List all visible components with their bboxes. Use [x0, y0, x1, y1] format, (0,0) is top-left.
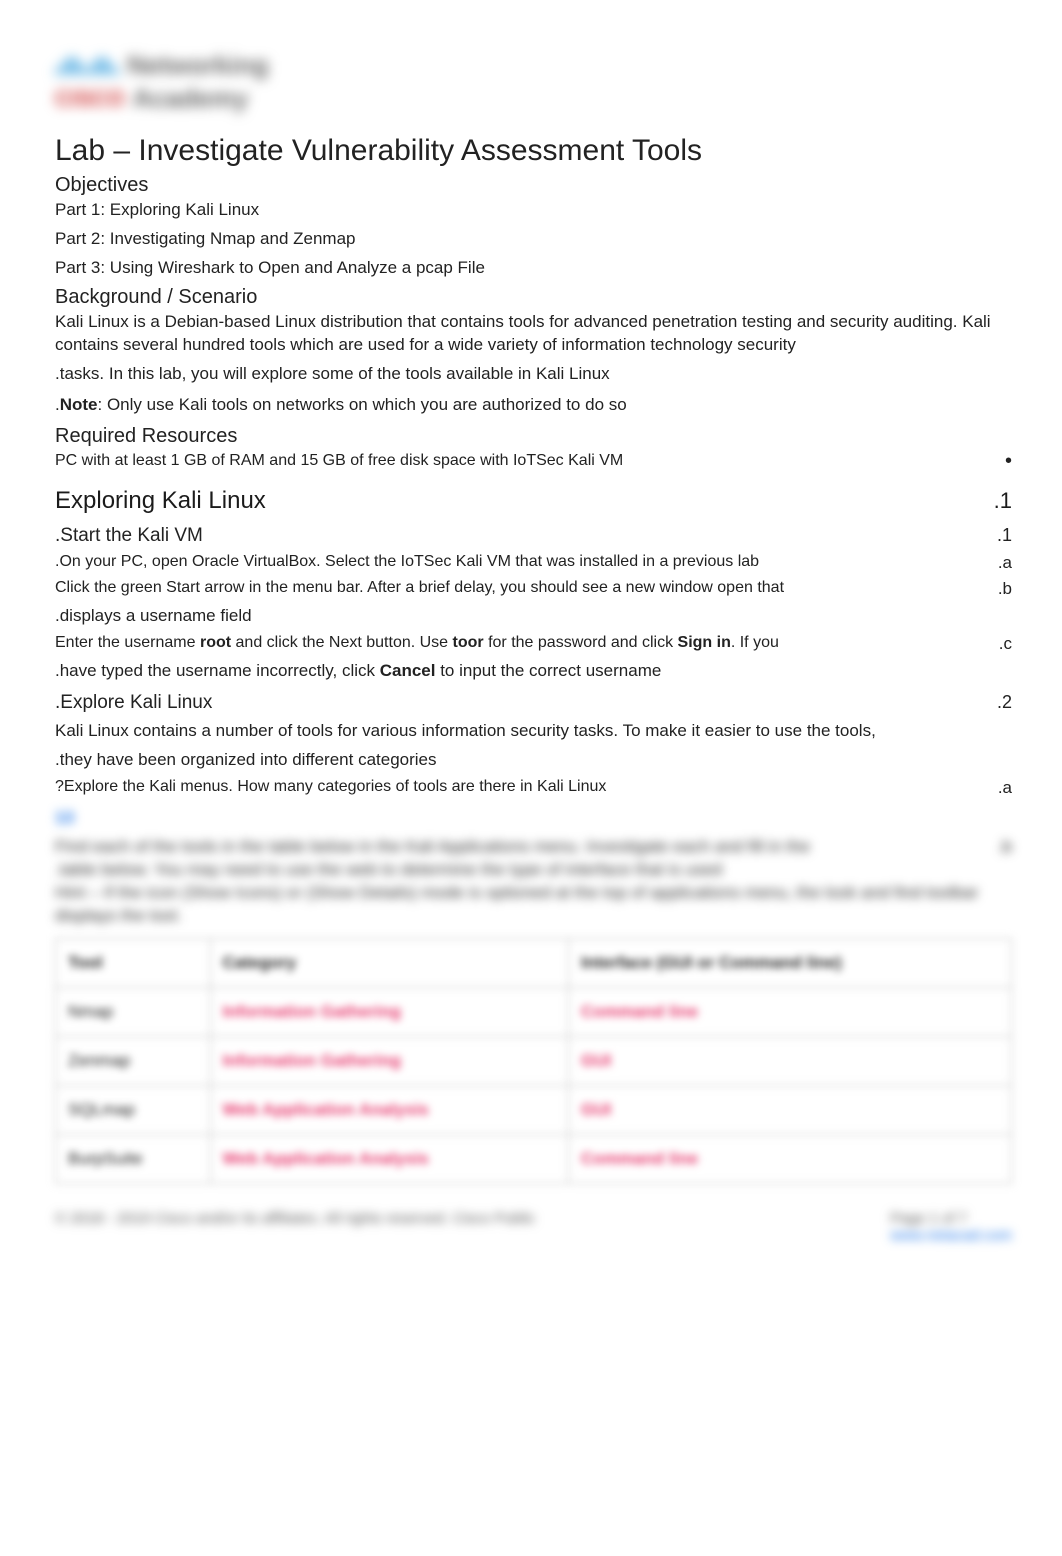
page-title: Lab – Investigate Vulnerability Assessme…	[55, 134, 1012, 168]
cell-iface: GUI	[569, 1086, 1012, 1135]
logo-text-academy: Academy	[133, 83, 249, 114]
cell-iface: Command line	[569, 1135, 1012, 1184]
step-2-number: .2	[991, 692, 1012, 713]
cell-iface: GUI	[569, 1037, 1012, 1086]
page-footer: © 2018 - 2019 Cisco and/or its affiliate…	[55, 1210, 1012, 1244]
footer-copyright: © 2018 - 2019 Cisco and/or its affiliate…	[55, 1210, 535, 1244]
step-2b-line2: .table below. You may need to use the we…	[55, 860, 722, 879]
required-resources-text: PC with at least 1 GB of RAM and 15 GB o…	[55, 452, 623, 470]
table-row: SQLmap Web Application Analysis GUI	[56, 1086, 1012, 1135]
table-row: Zenmap Information Gathering GUI	[56, 1037, 1012, 1086]
footer-link: www.netacad.com	[890, 1227, 1012, 1244]
step-2-intro2: .they have been organized into different…	[55, 749, 1012, 772]
col-tool: Tool	[56, 939, 211, 988]
step-2-heading: .Explore Kali Linux .2	[55, 692, 1012, 714]
section-1-number: .1	[988, 488, 1012, 514]
background-tasks-line: .tasks. In this lab, you will explore so…	[55, 363, 1012, 386]
logo-text-networking: Networking	[127, 50, 269, 81]
step-1b-line2: .displays a username field	[55, 605, 1012, 628]
step-2a-marker: .a	[978, 778, 1012, 798]
step-2b-line1: Find each of the tools in the table belo…	[55, 837, 810, 856]
step-1b-row: Click the green Start arrow in the menu …	[55, 579, 1012, 599]
objectives-heading: Objectives	[55, 174, 1012, 197]
answer-13: 13	[55, 808, 74, 828]
objective-item-1: Part 1: Exploring Kali Linux	[55, 199, 1012, 222]
step-1b-marker: .b	[978, 579, 1012, 599]
step-2a-text: ?Explore the Kali menus. How many catego…	[55, 778, 958, 796]
step-1b-text: Click the green Start arrow in the menu …	[55, 579, 958, 597]
table-row: BurpSuite Web Application Analysis Comma…	[56, 1135, 1012, 1184]
cell-category: Web Application Analysis	[210, 1135, 569, 1184]
bullet-icon: •	[978, 450, 1012, 473]
cell-tool: Nmap	[56, 988, 211, 1037]
note-text: : Only use Kali tools on networks on whi…	[98, 395, 627, 414]
step-1a-marker: .a	[978, 553, 1012, 573]
logo-text-cisco: CISCO	[55, 86, 125, 112]
cell-iface: Command line	[569, 988, 1012, 1037]
cell-category: Information Gathering	[210, 1037, 569, 1086]
step-2b-line3: Hint – If the icon (Show Icons) or (Show…	[55, 883, 978, 925]
background-para: Kali Linux is a Debian-based Linux distr…	[55, 311, 1012, 357]
step-2-intro1: Kali Linux contains a number of tools fo…	[55, 720, 1012, 743]
cell-tool: Zenmap	[56, 1037, 211, 1086]
step-2a-row: ?Explore the Kali menus. How many catego…	[55, 778, 1012, 798]
step-2b-blurred: .b Find each of the tools in the table b…	[55, 836, 1012, 928]
table-header-row: Tool Category Interface (GUI or Command …	[56, 939, 1012, 988]
objective-item-2: Part 2: Investigating Nmap and Zenmap	[55, 228, 1012, 251]
required-resources-line: PC with at least 1 GB of RAM and 15 GB o…	[55, 450, 1012, 473]
note-line: .Note: Only use Kali tools on networks o…	[55, 394, 1012, 417]
footer-page: Page 1 of 7	[890, 1210, 967, 1227]
document-page: Networking CISCO Academy Lab – Investiga…	[0, 0, 1062, 1556]
cell-tool: BurpSuite	[56, 1135, 211, 1184]
cisco-bars-icon	[55, 57, 119, 75]
cell-tool: SQLmap	[56, 1086, 211, 1135]
table-row: Nmap Information Gathering Command line	[56, 988, 1012, 1037]
footer-right: Page 1 of 7 www.netacad.com	[890, 1210, 1012, 1244]
objective-item-3: Part 3: Using Wireshark to Open and Anal…	[55, 257, 1012, 280]
step-2b-marker: .b	[978, 836, 1012, 859]
step-1-heading: .Start the Kali VM .1	[55, 525, 1012, 547]
step-1a-row: .On your PC, open Oracle VirtualBox. Sel…	[55, 553, 1012, 573]
note-label: Note	[60, 395, 98, 414]
step-1a-text: .On your PC, open Oracle VirtualBox. Sel…	[55, 553, 958, 571]
background-heading: Background / Scenario	[55, 286, 1012, 309]
step-1c-marker: .c	[978, 634, 1012, 654]
step-1-number: .1	[991, 525, 1012, 546]
cell-category: Information Gathering	[210, 988, 569, 1037]
step-2-title: .Explore Kali Linux	[55, 692, 212, 714]
brand-logo: Networking CISCO Academy	[55, 50, 269, 116]
tools-table: Tool Category Interface (GUI or Command …	[55, 938, 1012, 1184]
required-resources-heading: Required Resources	[55, 425, 1012, 448]
step-1c-row: Enter the username root and click the Ne…	[55, 634, 1012, 654]
section-1-title: Exploring Kali Linux	[55, 487, 266, 515]
cell-category: Web Application Analysis	[210, 1086, 569, 1135]
step-1c-text: Enter the username root and click the Ne…	[55, 634, 958, 652]
col-category: Category	[210, 939, 569, 988]
col-iface: Interface (GUI or Command line)	[569, 939, 1012, 988]
section-1-heading: Exploring Kali Linux .1	[55, 487, 1012, 515]
step-1-title: .Start the Kali VM	[55, 525, 203, 547]
step-1c-line2: .have typed the username incorrectly, cl…	[55, 660, 1012, 683]
